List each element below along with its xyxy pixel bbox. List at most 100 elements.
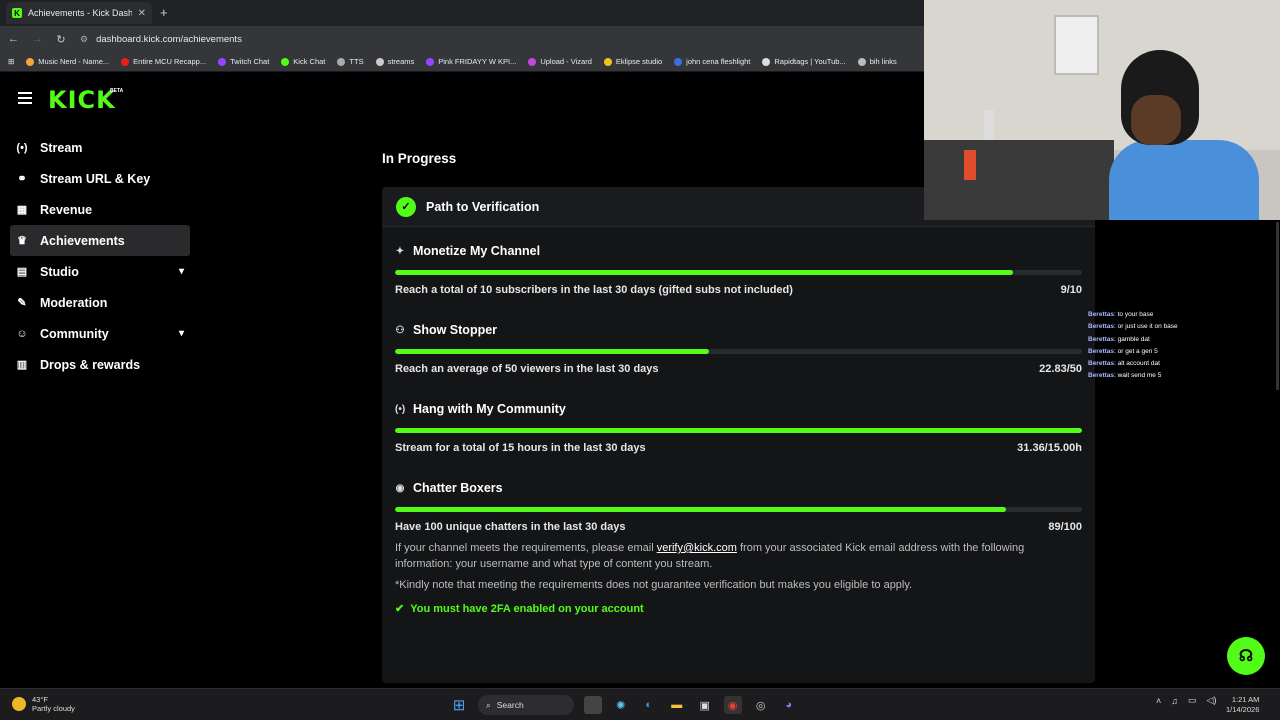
new-tab-icon[interactable]: + (160, 5, 168, 20)
bookmark-item[interactable]: john cena fleshlight (674, 57, 750, 66)
chrome-icon[interactable]: ◉ (723, 696, 742, 714)
obs-icon[interactable]: ◎ (752, 696, 770, 714)
progress-fill (395, 428, 1082, 433)
bookmark-favicon-icon (375, 57, 384, 66)
task-view-icon[interactable] (583, 696, 602, 714)
chevron-down-icon[interactable]: ▾ (179, 266, 184, 277)
tab-close-icon[interactable]: ✕ (138, 8, 146, 19)
bookmark-item[interactable]: Upload - Vizard (528, 57, 592, 66)
webcam-overlay (924, 0, 1280, 220)
chevron-down-icon[interactable]: ▾ (179, 328, 184, 339)
verify-email-link[interactable]: verify@kick.com (657, 542, 737, 554)
progress-bar (395, 270, 1082, 275)
chat-message: Berettas: or just use it on base (1088, 323, 1178, 331)
sidebar-item-community[interactable]: ☺ Community ▾ (10, 318, 190, 349)
discord-icon[interactable]: ◕ (780, 696, 798, 714)
chat-message: Berettas: gamble dat (1088, 335, 1150, 343)
reload-icon[interactable]: ↻ (56, 33, 66, 46)
sidebar-item-drops-rewards[interactable]: ▥ Drops & rewards (10, 349, 190, 380)
progress-fill (395, 349, 709, 354)
requirement-item: ✔ You must have 2FA enabled on your accou… (395, 602, 644, 616)
youtube-icon (121, 57, 130, 66)
store-icon[interactable]: ▣ (696, 696, 714, 714)
back-icon[interactable]: ← (8, 33, 19, 45)
windows-start-icon[interactable]: ⊞ (450, 696, 468, 714)
copilot-icon[interactable]: ✺ (612, 696, 630, 714)
url-text: dashboard.kick.com/achievements (96, 33, 242, 45)
achievement-title: Hang with My Community (413, 402, 566, 416)
star-person-icon: ⚇ (395, 324, 405, 336)
sidebar-item-stream[interactable]: (•) Stream (10, 132, 190, 163)
support-chat-button[interactable]: ☊ (1227, 637, 1265, 675)
address-bar: ← → ↻ ⚙ dashboard.kick.com/achievements (0, 26, 924, 52)
trophy-icon: ♛ (17, 235, 27, 247)
achievement-item: ◉ Chatter Boxers Have 100 unique chatters… (395, 481, 1082, 533)
chart-icon: ▦ (16, 204, 28, 216)
taskbar-search[interactable]: ⌕ Search (478, 695, 574, 715)
bookmark-item[interactable]: TTS (337, 57, 364, 66)
search-icon: ⌕ (486, 699, 491, 710)
clock[interactable]: 1:21 AM 1/14/2026 (1226, 695, 1259, 715)
sidebar-item-stream-url-key[interactable]: ⚭ Stream URL & Key (10, 163, 190, 194)
broadcast-icon: (•) (395, 403, 406, 415)
globe-icon (857, 57, 866, 66)
kick-favicon-icon: K (12, 8, 22, 18)
kick-icon (281, 57, 290, 66)
kick-logo[interactable]: KICK (48, 86, 116, 114)
bookmark-favicon-icon (674, 57, 683, 66)
bookmarks-bar: ⊞ Music Nerd - Name... Entire MCU Recapp… (0, 52, 924, 72)
achievement-progress: 9/10 (1060, 284, 1082, 296)
sidebar-item-achievements[interactable]: ♛ Achievements (10, 225, 190, 256)
apps-icon[interactable]: ⊞ (8, 57, 14, 66)
menu-icon[interactable] (18, 92, 32, 107)
monitor-icon[interactable]: ▭ (1188, 695, 1197, 706)
chevron-up-icon[interactable]: ˄ (1156, 696, 1161, 706)
chat-overlay: Berettas: to your base Berettas: or just… (1088, 309, 1273, 383)
weather-widget[interactable]: 43°F Partly cloudy (12, 695, 75, 713)
achievement-title: Chatter Boxers (413, 481, 503, 495)
achievement-desc: Reach an average of 50 viewers in the la… (395, 363, 659, 375)
bookmark-favicon-icon (603, 57, 612, 66)
taskbar: 43°F Partly cloudy ⊞ ⌕ Search ✺ ◐ ▬ ▣ ◉ ◎ … (0, 688, 1280, 720)
beta-label: BETA (110, 88, 124, 94)
chat-message: Berettas: or get a gen 5 (1088, 347, 1158, 355)
microphone-icon[interactable]: ♫ (1171, 696, 1178, 706)
edge-icon[interactable]: ◐ (640, 696, 658, 714)
achievement-item: ⚇ Show Stopper Reach an average of 50 vie… (395, 323, 1082, 375)
twitch-icon (218, 57, 227, 66)
bookmark-item[interactable]: Entire MCU Recapp... (121, 57, 206, 66)
achievement-desc: Have 100 unique chatters in the last 30 … (395, 521, 626, 533)
room-window (1054, 15, 1099, 75)
verified-badge-icon: ✓ (396, 196, 416, 217)
screen: K Achievements - Kick Dashboard ✕ + ← → … (0, 0, 1280, 720)
sidebar-item-studio[interactable]: ▤ Studio ▾ (10, 256, 190, 287)
bookmark-item[interactable]: Pink FRIDAYY W KPI... (426, 57, 516, 66)
bookmark-item[interactable]: Twitch Chat (218, 57, 269, 66)
bookmark-item[interactable]: Rapidtags | YouTub... (762, 57, 846, 66)
forward-icon[interactable]: → (32, 33, 43, 45)
bookmark-item[interactable]: Music Nerd - Name... (26, 57, 109, 66)
url-field[interactable]: ⚙ dashboard.kick.com/achievements (80, 34, 242, 45)
sidebar-item-moderation[interactable]: ✎ Moderation (10, 287, 190, 318)
bookmark-item[interactable]: Kick Chat (281, 57, 325, 66)
progress-bar (395, 507, 1082, 512)
scrollbar[interactable] (1276, 222, 1279, 390)
bookmark-item[interactable]: bih links (857, 57, 897, 66)
achievement-item: ✦ Monetize My Channel Reach a total of 10… (395, 244, 1082, 296)
bookmark-favicon-icon (528, 57, 537, 66)
volume-icon[interactable]: ◁) (1207, 695, 1217, 706)
achievement-title: Monetize My Channel (413, 244, 541, 258)
sidebar-item-revenue[interactable]: ▦ Revenue (10, 194, 190, 225)
weather-icon (12, 697, 26, 711)
browser-tab[interactable]: K Achievements - Kick Dashboard ✕ (6, 2, 152, 24)
site-info-icon[interactable]: ⚙ (80, 34, 88, 45)
file-explorer-icon[interactable]: ▬ (668, 696, 686, 714)
tab-title: Achievements - Kick Dashboard (28, 8, 132, 18)
card-title: Path to Verification (426, 199, 540, 214)
bookmark-item[interactable]: Eklipse studio (603, 57, 662, 66)
bookmark-item[interactable]: streams (375, 57, 414, 66)
achievement-title: Show Stopper (413, 323, 498, 337)
chat-bubble-icon: ◉ (395, 482, 405, 494)
system-tray: ˄ ♫ ▭ ◁) (1156, 695, 1216, 706)
progress-bar (395, 428, 1082, 433)
